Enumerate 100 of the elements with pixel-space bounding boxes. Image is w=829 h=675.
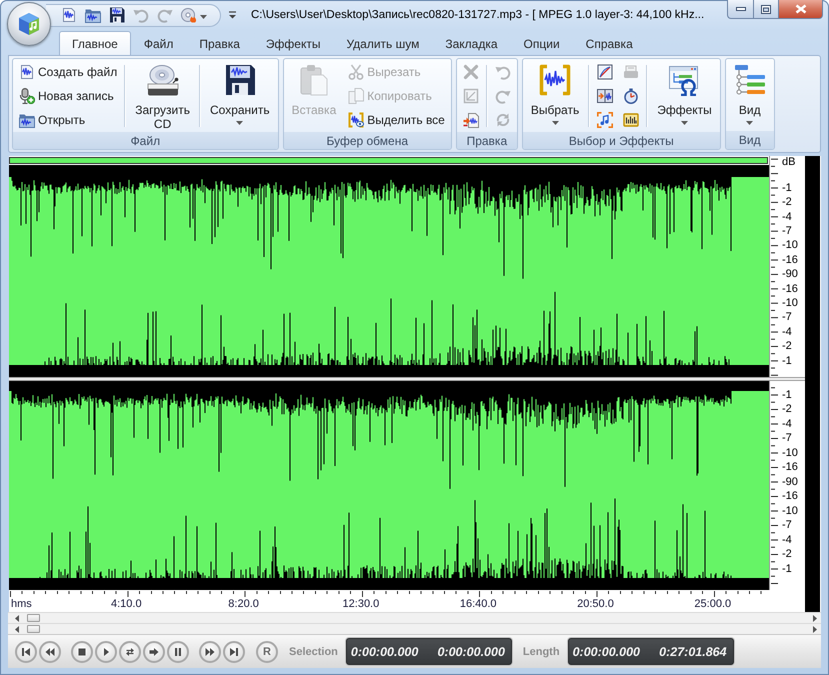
scale-label: -7 [782,518,792,533]
undo-icon [133,7,149,23]
close-icon [794,4,806,14]
scale-label: -1 [782,562,792,576]
skip-to-start-button[interactable] [15,640,37,662]
scale-label: -4 [782,210,792,224]
cube-icon [16,11,42,37]
scale-label: -2 [782,339,792,354]
ribbon-tab[interactable]: Опции [510,31,573,55]
ribbon-button[interactable]: Открыть [16,108,120,132]
document-arrow-icon [462,112,479,128]
pause-button[interactable] [167,640,189,662]
minimize-icon [736,7,746,11]
music-note-icon [597,112,614,128]
ribbon-button[interactable]: Новая запись [16,84,120,108]
loop-button[interactable] [119,640,141,662]
scale-label: -16 [782,489,798,504]
scissors-icon [348,64,364,80]
group-label: Выбор и Эффекты [568,134,674,148]
app-menu-button[interactable] [7,2,51,46]
cross-icon [462,64,479,80]
maximize-icon [761,4,771,14]
fast-forward-button[interactable] [199,640,221,662]
record-button[interactable]: R [256,640,278,662]
rewind-button[interactable] [39,640,61,662]
scale-label: -90 [782,267,798,282]
group-label: Файл [130,134,160,148]
pause-icon [173,646,183,656]
ribbon-tab[interactable]: Закладка [432,31,511,55]
maximize-button[interactable] [753,0,779,19]
caret-icon[interactable] [229,11,236,19]
scale-label: -4 [782,532,792,548]
play-button[interactable] [95,640,117,662]
scale-label: -10 [782,238,798,253]
fast-forward-icon [205,646,215,656]
skip-back-icon [21,646,31,656]
close-button[interactable] [779,0,823,19]
scale-label: -4 [782,416,792,432]
minimize-button[interactable] [727,0,753,19]
skip-forward-icon [229,646,239,656]
scale-label: -4 [782,324,792,340]
graph-icon [597,64,614,80]
scale-label: -1 [782,180,792,196]
undo-icon [494,64,511,80]
caret-icon [552,121,559,125]
scroll-thumb[interactable] [27,625,40,633]
scale-label: -2 [782,195,792,210]
mix-panel-icon [597,88,614,104]
toolbar-button[interactable] [180,5,208,25]
skip-to-end-button[interactable] [223,640,245,662]
toolbar-button[interactable] [108,5,126,25]
ribbon-large-button[interactable]: Эффекты [652,60,717,125]
ribbon-tab[interactable]: Главное [59,31,131,55]
scale-label: -1 [782,388,792,402]
caret-icon [200,15,207,19]
rewind-icon [45,646,55,656]
length-label: Length [522,646,560,658]
unit-label: hms [11,598,32,612]
ribbon-large-button[interactable]: Выбрать [526,60,584,125]
disc-icon [181,7,197,23]
ribbon-large-button[interactable]: Загрузить CD [130,60,195,131]
cd-drive-icon [146,64,179,96]
scale-label: -1 [782,354,792,368]
ribbon-button[interactable]: Создать файл [16,60,120,84]
scale-label: -7 [782,224,792,238]
scale-label: -10 [782,296,798,310]
scale-label: -10 [782,446,798,460]
group-label: Правка [466,134,508,148]
document-icon [19,64,35,80]
arrow-right-icon [149,646,159,656]
scale-label: -10 [782,504,798,518]
ribbon-tab[interactable]: Справка [572,31,646,55]
toolbar-button[interactable] [60,5,78,25]
time-label: 8:20.0 [228,598,259,612]
ribbon-tab[interactable]: Правка [186,31,253,55]
time-label: 25:00.0 [694,598,732,612]
time-label: 12:30.0 [342,598,380,612]
ribbon-tab[interactable]: Файл [130,31,186,55]
scale-label: -7 [782,310,792,325]
bracketed-wave-icon [539,64,572,96]
selection-label: Selection [289,646,338,658]
horizontal-scrollbar[interactable] [8,612,821,623]
scroll-thumb[interactable] [27,614,40,622]
ribbon-large-button[interactable]: Сохранить [205,60,275,125]
waveform-icon [623,112,640,128]
scale-label: -16 [782,252,798,268]
scale-label: -16 [782,282,798,296]
ribbon-button[interactable]: Выделить все [345,108,448,132]
horizontal-scrollbar[interactable] [8,623,821,634]
ribbon-large-button[interactable]: Вид [728,60,771,125]
stop-button[interactable] [71,640,93,662]
time-label: 16:40.0 [460,598,497,612]
window-title: C:\Users\User\Desktop\Запись\rec0820-131727.mp3 - [ MPEG 1.0 layer-3: 44,100 kHz... [251,9,704,21]
ribbon-tab[interactable]: Удалить шум [333,31,432,55]
scale-label: -90 [782,474,798,490]
play-forward-button[interactable] [143,640,165,662]
time-label: 4:10.0 [110,598,142,612]
time-value: 0:27:01.864 [659,644,727,658]
caret-icon [680,121,688,125]
ribbon-tab[interactable]: Эффекты [252,31,334,55]
